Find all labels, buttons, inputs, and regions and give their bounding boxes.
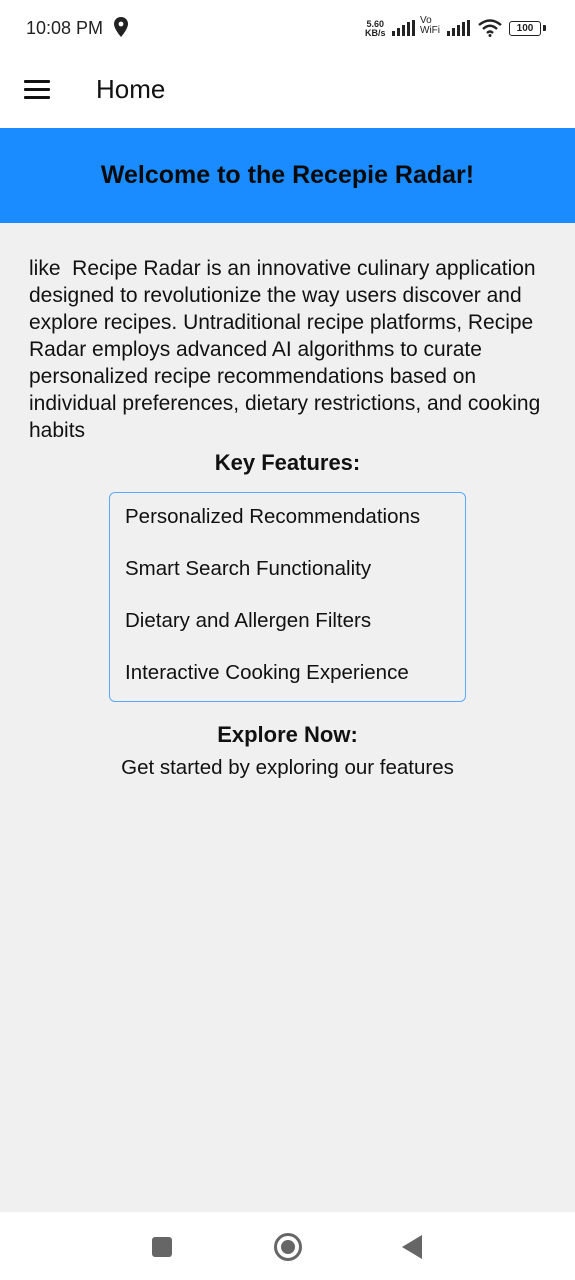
intro-paragraph: like Recipe Radar is an innovative culin… xyxy=(29,257,547,442)
signal-icon-2 xyxy=(447,20,470,36)
feature-item-dietary-filters: Dietary and Allergen Filters xyxy=(125,609,372,632)
network-speed-unit: KB/s xyxy=(365,28,386,38)
network-speed: 5.60 KB/s xyxy=(365,20,386,38)
vowifi-indicator: Vo WiFi xyxy=(420,16,440,36)
feature-item-personalized: Personalized Recommendations xyxy=(125,505,421,528)
battery-icon: 100 xyxy=(509,21,541,36)
page-title: Home xyxy=(96,74,166,104)
key-features-heading: Key Features: xyxy=(214,450,361,475)
features-list: Personalized Recommendations Smart Searc… xyxy=(109,492,466,702)
status-bar: 10:08 PM 5.60 KB/s Vo WiFi 100 xyxy=(0,0,575,56)
system-nav-bar xyxy=(0,1212,575,1280)
battery-tip xyxy=(543,25,546,31)
banner-title: Welcome to the Recepie Radar! xyxy=(100,161,475,189)
home-button[interactable] xyxy=(273,1232,303,1262)
signal-icon xyxy=(392,20,415,36)
feature-item-smart-search: Smart Search Functionality xyxy=(125,557,372,580)
location-pin-icon xyxy=(114,17,128,37)
explore-text: Get started by exploring our features xyxy=(121,756,454,779)
wifi-icon xyxy=(478,19,502,37)
feature-item-interactive-cooking: Interactive Cooking Experience xyxy=(125,661,409,684)
app-bar: Home xyxy=(0,56,575,128)
welcome-banner: Welcome to the Recepie Radar! xyxy=(0,128,575,223)
explore-heading: Explore Now: xyxy=(217,722,358,747)
status-time: 10:08 PM xyxy=(26,18,104,38)
vowifi-bottom: WiFi xyxy=(420,25,440,36)
back-button[interactable] xyxy=(401,1234,423,1260)
recent-apps-button[interactable] xyxy=(152,1237,172,1257)
hamburger-menu-icon[interactable] xyxy=(24,80,50,100)
